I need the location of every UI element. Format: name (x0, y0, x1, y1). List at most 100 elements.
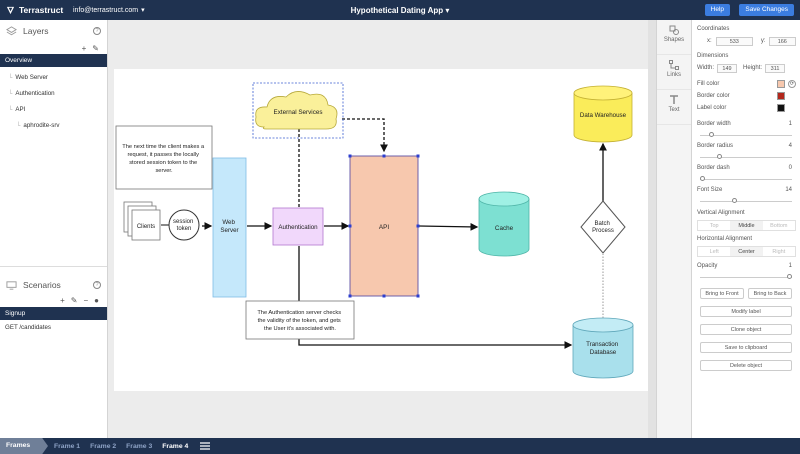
settings-icon[interactable]: ● (94, 296, 99, 305)
align-bottom-option[interactable]: Bottom (763, 221, 795, 230)
diagram-paper[interactable]: The next time the client makes a request… (114, 69, 650, 391)
edit-layer-icon[interactable]: ✎ (92, 44, 99, 53)
add-scenario-icon[interactable]: + (60, 296, 65, 305)
slider-knob[interactable] (732, 198, 737, 203)
font-size-label: Font Size (697, 187, 723, 193)
border-width-label: Border width (697, 121, 731, 127)
layer-item-api[interactable]: └ API (8, 102, 107, 118)
border-dash-label: Border dash (697, 165, 730, 171)
brand-name: Terrastruct (19, 5, 64, 15)
frame-1-tab[interactable]: Frame 1 (54, 443, 80, 450)
node-external-services[interactable]: External Services (252, 82, 344, 139)
tab-text[interactable]: Text (657, 90, 691, 125)
project-menu[interactable]: Hypothetical Dating App ▾ (351, 6, 450, 15)
hamburger-menu-icon[interactable] (200, 442, 211, 450)
frame-3-tab[interactable]: Frame 3 (126, 443, 152, 450)
label-color-swatch[interactable] (777, 104, 785, 112)
frames-tab[interactable]: Frames (0, 438, 48, 454)
remove-scenario-icon[interactable]: − (83, 296, 88, 305)
border-width-slider[interactable] (700, 130, 792, 140)
x-input[interactable]: 533 (715, 36, 753, 46)
bring-to-back-button[interactable]: Bring to Back (748, 288, 792, 299)
layer-item-aphrodite-srv[interactable]: └ aphrodite-srv (8, 118, 107, 134)
layers-title: Layers (23, 26, 49, 36)
node-batch-process[interactable]: Batch Process (580, 200, 626, 254)
tab-links[interactable]: Links (657, 55, 691, 90)
add-layer-icon[interactable]: + (82, 44, 87, 53)
slider-knob[interactable] (700, 176, 705, 181)
scenarios-help-icon[interactable]: ? (93, 281, 101, 289)
properties-panel: Coordinates x: 533 y: 166 Dimensions Wid… (692, 20, 800, 438)
edge-external-to-api[interactable] (342, 118, 388, 153)
align-left-option[interactable]: Left (698, 247, 730, 256)
dimensions-heading: Dimensions (697, 53, 729, 59)
tab-shapes[interactable]: Shapes (657, 20, 691, 55)
canvas-area[interactable]: The next time the client makes a request… (108, 20, 656, 438)
node-clients[interactable]: Clients (123, 201, 161, 241)
x-label: x: (707, 38, 712, 44)
y-input[interactable]: 166 (768, 36, 796, 46)
tab-label: Links (666, 72, 681, 78)
frame-2-tab[interactable]: Frame 2 (90, 443, 116, 450)
align-center-option[interactable]: Center (730, 247, 763, 256)
tree-branch-icon: └ (8, 74, 13, 81)
border-dash-slider[interactable] (700, 174, 792, 184)
modify-label-button[interactable]: Modify label (700, 306, 792, 317)
tab-label: Text (668, 107, 680, 113)
align-top-option[interactable]: Top (698, 221, 730, 230)
border-color-label: Border color (697, 93, 730, 99)
width-label: Width: (697, 65, 715, 71)
border-color-row: Border color (697, 90, 796, 102)
clone-object-button[interactable]: Clone object (700, 324, 792, 335)
align-middle-option[interactable]: Middle (730, 221, 763, 230)
border-color-swatch[interactable] (777, 92, 785, 100)
color-reset-icon[interactable]: ⟳ (788, 80, 796, 88)
node-session-token[interactable]: session token (168, 209, 200, 241)
save-to-clipboard-button[interactable]: Save to clipboard (700, 342, 792, 353)
scenario-item-signup[interactable]: Signup (0, 307, 107, 320)
brand-logo[interactable]: Terrastruct (0, 5, 70, 15)
layer-item-authentication[interactable]: └ Authentication (8, 86, 107, 102)
canvas-scrollbar[interactable] (648, 20, 656, 438)
slider-knob[interactable] (787, 274, 792, 279)
label-color-label: Label color (697, 105, 727, 111)
edge-api-to-cache[interactable] (418, 222, 479, 231)
border-radius-label: Border radius (697, 143, 734, 149)
layers-help-icon[interactable]: ? (93, 27, 101, 35)
note-client-token[interactable]: The next time the client makes a request… (115, 125, 213, 190)
node-api[interactable]: API (348, 154, 420, 298)
font-size-slider[interactable] (700, 196, 792, 206)
chevron-down-icon: ▾ (141, 7, 145, 14)
node-data-warehouse[interactable]: Data Warehouse (573, 85, 633, 143)
node-cache[interactable]: Cache (478, 191, 530, 257)
align-right-option[interactable]: Right (763, 247, 795, 256)
account-menu[interactable]: info@terrastruct.com ▾ (73, 6, 145, 15)
node-transaction-database[interactable]: Transaction Database (572, 317, 634, 379)
opacity-label: Opacity (697, 263, 718, 269)
node-authentication[interactable]: Authentication (272, 207, 324, 246)
help-button[interactable]: Help (704, 4, 730, 16)
width-input[interactable]: 149 (717, 63, 738, 73)
cache-label: Cache (495, 225, 514, 232)
vertical-alignment-heading: Vertical Alignment (697, 210, 745, 216)
layer-item-web-server[interactable]: └ Web Server (8, 70, 107, 86)
bring-to-front-button[interactable]: Bring to Front (700, 288, 744, 299)
height-label: Height: (743, 65, 763, 71)
layer-item-overview[interactable]: Overview (0, 54, 107, 67)
opacity-slider[interactable] (700, 272, 792, 282)
height-input[interactable]: 311 (765, 63, 786, 73)
border-radius-slider[interactable] (700, 152, 792, 162)
side-tabs: Shapes Links Text (656, 20, 692, 438)
delete-object-button[interactable]: Delete object (700, 360, 792, 371)
slider-knob[interactable] (709, 132, 714, 137)
fill-color-swatch[interactable] (777, 80, 785, 88)
node-web-server[interactable]: Web Server (212, 157, 247, 298)
layers-toolbar: + ✎ (0, 42, 107, 54)
frame-4-tab[interactable]: Frame 4 (162, 443, 188, 450)
save-changes-button[interactable]: Save Changes (739, 4, 794, 16)
edit-scenario-icon[interactable]: ✎ (71, 296, 78, 305)
scenario-item-get-candidates[interactable]: GET /candidates (5, 324, 51, 331)
note-auth-check[interactable]: The Authentication server checks the val… (245, 300, 355, 340)
diagram-svg[interactable]: The next time the client makes a request… (114, 69, 650, 391)
slider-knob[interactable] (717, 154, 722, 159)
